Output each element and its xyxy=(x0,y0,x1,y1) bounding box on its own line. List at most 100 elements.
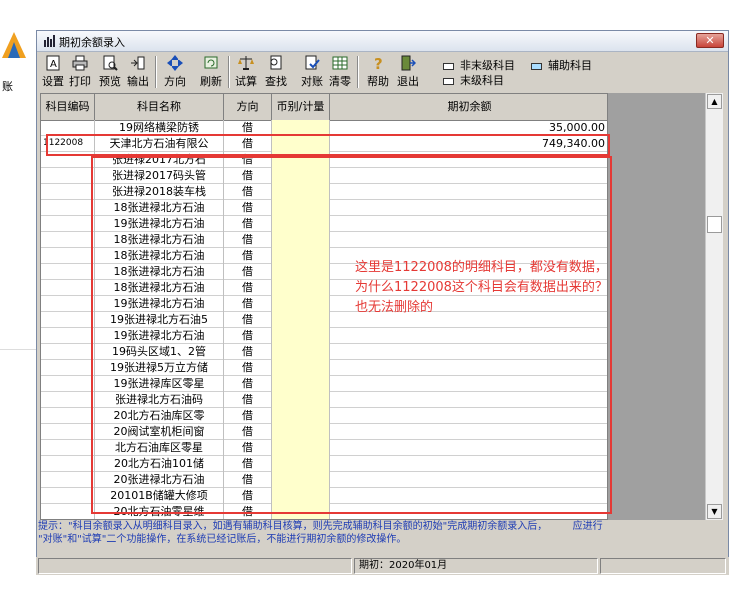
desktop-left-strip: 账 xyxy=(0,0,36,589)
exit-button[interactable]: 退出 xyxy=(395,54,421,90)
trial-balance-button[interactable]: 试算 xyxy=(233,54,259,90)
reconcile-label: 对账 xyxy=(301,75,323,88)
app-logo-icon xyxy=(2,32,26,58)
cell-code[interactable] xyxy=(41,472,95,488)
status-period: 期初：2020年01月 xyxy=(354,558,598,574)
setup-label: 设置 xyxy=(42,75,64,88)
cell-code[interactable] xyxy=(41,296,95,312)
svg-text:?: ? xyxy=(374,55,383,71)
col-header-direction[interactable]: 方向 xyxy=(224,94,272,120)
clear-button[interactable]: 清零 xyxy=(327,54,353,90)
desktop-logo-label: 账 xyxy=(2,80,13,93)
cell-code[interactable] xyxy=(41,200,95,216)
cell-code[interactable] xyxy=(41,168,95,184)
scroll-thumb[interactable] xyxy=(707,216,722,233)
grid-header: 科目编码 科目名称 方向 币别/计量 期初余额 xyxy=(41,94,607,121)
scroll-down-icon[interactable]: ▼ xyxy=(707,504,722,519)
cell-code[interactable] xyxy=(41,392,95,408)
direction-button[interactable]: 方向 xyxy=(161,54,189,90)
svg-text:A: A xyxy=(50,59,57,70)
hint-line-1: 提示："科目余额录入从明细科目录入，如遇有辅助科目核算，则先完成辅助科目余额的初… xyxy=(38,521,603,532)
preview-icon xyxy=(103,55,118,71)
cell-code[interactable] xyxy=(41,248,95,264)
cell-code[interactable] xyxy=(41,184,95,200)
direction-label: 方向 xyxy=(164,75,186,88)
hint-line-2: "对账"和"试算"二个功能操作，在系统已经记账后，不能进行期初余额的修改操作。 xyxy=(38,534,407,545)
setup-button[interactable]: A 设置 xyxy=(40,54,66,90)
col-header-amount[interactable]: 期初余额 xyxy=(330,94,607,120)
refresh-icon xyxy=(204,56,218,69)
legend-label: 非末级科目 xyxy=(460,59,515,72)
col-header-code[interactable]: 科目编码 xyxy=(41,94,95,120)
export-label: 输出 xyxy=(127,75,149,88)
cell-code[interactable] xyxy=(41,408,95,424)
legend-leaf: 末级科目 xyxy=(443,72,504,88)
reconcile-button[interactable]: 对账 xyxy=(299,54,325,90)
scale-icon xyxy=(238,56,254,70)
printer-icon xyxy=(72,55,88,71)
find-button[interactable]: 查找 xyxy=(263,54,289,90)
grid-empty-area xyxy=(608,93,705,520)
cell-code[interactable] xyxy=(41,312,95,328)
toolbar-separator xyxy=(357,56,359,88)
cell-code[interactable] xyxy=(41,440,95,456)
clear-label: 清零 xyxy=(329,75,351,88)
refresh-label: 刷新 xyxy=(200,75,222,88)
clear-icon xyxy=(332,56,348,70)
legend-non-leaf: 非末级科目 xyxy=(443,57,515,73)
legend-auxiliary: 辅助科目 xyxy=(531,57,592,73)
col-header-currency[interactable]: 币别/计量 xyxy=(272,94,330,120)
cell-code[interactable] xyxy=(41,232,95,248)
status-pane-right xyxy=(600,558,726,574)
cell-code[interactable] xyxy=(41,360,95,376)
window-title: 期初余额录入 xyxy=(59,36,125,49)
toolbar-separator xyxy=(155,56,157,88)
annotation-note: 这里是1122008的明细科目，都没有数据，为什么1122008这个科目会有数据… xyxy=(355,260,608,315)
cell-code[interactable] xyxy=(41,488,95,504)
setup-icon: A xyxy=(46,55,60,71)
highlight-detail-rows xyxy=(91,156,612,514)
print-button[interactable]: 打印 xyxy=(67,54,93,90)
desktop-divider xyxy=(0,349,36,350)
exit-icon xyxy=(401,55,416,71)
toolbar: A 设置 打印 预览 输出 方向 刷新 试算 查找 对账 清零 ? 帮助 退出 … xyxy=(37,52,728,92)
toolbar-separator xyxy=(228,56,230,88)
hint-text: 提示："科目余额录入从明细科目录入，如遇有辅助科目核算，则先完成辅助科目余额的初… xyxy=(38,520,688,546)
legend-swatch xyxy=(443,77,454,85)
reconcile-icon xyxy=(305,55,320,70)
legend-label: 辅助科目 xyxy=(548,59,592,72)
title-bar[interactable]: 期初余额录入 ✕ xyxy=(37,31,728,52)
cell-code[interactable] xyxy=(41,424,95,440)
legend-swatch xyxy=(443,62,454,70)
cell-code[interactable] xyxy=(41,376,95,392)
legend-swatch xyxy=(531,62,542,70)
scroll-up-icon[interactable]: ▲ xyxy=(707,94,722,109)
help-icon: ? xyxy=(374,55,383,71)
help-label: 帮助 xyxy=(367,75,389,88)
export-button[interactable]: 输出 xyxy=(125,54,151,90)
cell-code[interactable] xyxy=(41,456,95,472)
exit-label: 退出 xyxy=(397,75,419,88)
cell-code[interactable] xyxy=(41,344,95,360)
vertical-scrollbar[interactable]: ▲ ▼ xyxy=(705,93,723,520)
cell-code[interactable] xyxy=(41,504,95,519)
close-button[interactable]: ✕ xyxy=(696,33,724,48)
status-pane-empty xyxy=(38,558,352,574)
cell-code[interactable] xyxy=(41,328,95,344)
preview-button[interactable]: 预览 xyxy=(97,54,123,90)
find-icon xyxy=(270,55,282,70)
help-button[interactable]: ? 帮助 xyxy=(365,54,391,90)
export-icon xyxy=(131,56,145,70)
status-bar: 期初：2020年01月 xyxy=(36,557,729,575)
trial-balance-label: 试算 xyxy=(235,75,257,88)
find-label: 查找 xyxy=(265,75,287,88)
cell-code[interactable] xyxy=(41,280,95,296)
print-label: 打印 xyxy=(69,75,91,88)
cell-code[interactable] xyxy=(41,216,95,232)
col-header-name[interactable]: 科目名称 xyxy=(95,94,224,120)
preview-label: 预览 xyxy=(99,75,121,88)
cell-code[interactable] xyxy=(41,264,95,280)
highlight-parent-row xyxy=(46,134,610,156)
refresh-button[interactable]: 刷新 xyxy=(197,54,225,90)
legend-label: 末级科目 xyxy=(460,74,504,87)
